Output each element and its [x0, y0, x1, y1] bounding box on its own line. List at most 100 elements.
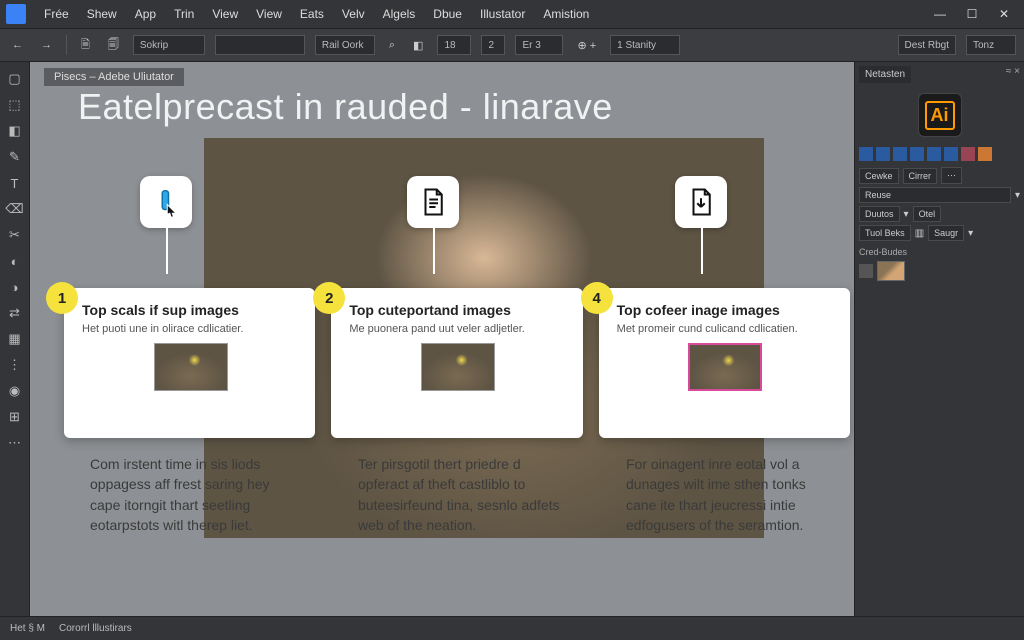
layer-thumb[interactable] [877, 261, 905, 281]
card-2-badge: 2 [313, 282, 345, 314]
menu-trin[interactable]: Trin [166, 4, 202, 24]
window-minimize-button[interactable]: — [926, 4, 954, 24]
card-2: 2 Top cuteportand images Me puonera pand… [331, 288, 582, 438]
preset-select[interactable]: Sokrip [133, 35, 205, 55]
mode-icon-5[interactable] [927, 147, 941, 161]
prop-label-1[interactable]: Cewke [859, 168, 899, 184]
prop-otel[interactable]: Otel [913, 206, 942, 222]
card-2-document-icon [407, 176, 459, 228]
copy-icon[interactable]: 🗐 [104, 34, 123, 57]
tool-direct[interactable]: ⬚ [4, 94, 26, 116]
card-3-badge: 4 [581, 282, 613, 314]
window-maximize-button[interactable]: ☐ [958, 4, 986, 24]
chevron-down-icon[interactable]: ▾ [1015, 190, 1020, 201]
search-icon[interactable]: ⌕ [385, 37, 399, 54]
prop-reuse-select[interactable]: Reuse [859, 187, 1011, 203]
menu-eats[interactable]: Eats [292, 4, 332, 24]
menu-dbue[interactable]: Dbue [425, 4, 470, 24]
style-field2[interactable]: Rail Oork [315, 35, 375, 55]
menu-view1[interactable]: View [204, 4, 246, 24]
card-3-body[interactable]: Top cofeer inage images Met promeir cund… [599, 288, 850, 438]
tool-eraser[interactable]: ⌫ [4, 198, 26, 220]
tool-more[interactable]: ⋮ [4, 354, 26, 376]
chevron-down-icon[interactable]: ▾ [968, 228, 973, 239]
card-2-body[interactable]: Top cuteportand images Me puonera pand u… [331, 288, 582, 438]
layer-icon[interactable] [859, 264, 873, 278]
tool-rotate[interactable]: ◐ [4, 250, 26, 272]
tool-color[interactable]: ◉ [4, 380, 26, 402]
tool-pen[interactable]: ✎ [4, 146, 26, 168]
prop-more-icon[interactable]: ⋯ [941, 167, 962, 184]
prop-saugr[interactable]: Saugr [928, 225, 964, 241]
card-3-title: Top cofeer inage images [617, 302, 834, 318]
panel-menu-icon[interactable]: ≈ × [1006, 66, 1020, 77]
menu-amistion[interactable]: Amistion [535, 4, 597, 24]
panel-subhead: Cred-Budes [859, 247, 1020, 257]
window-controls: — ☐ ✕ [926, 4, 1018, 24]
menu-free[interactable]: Frée [36, 4, 77, 24]
card-3-download-icon [675, 176, 727, 228]
value-1-field[interactable]: 18 [437, 35, 471, 55]
grid-icon[interactable]: ▥ [915, 228, 924, 239]
card-1-badge: 1 [46, 282, 78, 314]
tool-layout[interactable]: ⊞ [4, 406, 26, 428]
menu-algels[interactable]: Algels [375, 4, 424, 24]
tool-selection[interactable]: ▢ [4, 68, 26, 90]
tool-type[interactable]: T [4, 172, 26, 194]
tool-panel: ▢ ⬚ ◧ ✎ T ⌫ ✂ ◐ ◑ ⇄ ▦ ⋮ ◉ ⊞ ⋯ [0, 62, 30, 616]
tool-artboard[interactable]: ◧ [4, 120, 26, 142]
document-tab[interactable]: Pisecs – Adebe Uliutator [44, 68, 184, 86]
card-1-title: Top scals if sup images [82, 302, 299, 318]
menu-shew[interactable]: Shew [79, 4, 125, 24]
menu-view2[interactable]: View [248, 4, 290, 24]
tool-grid[interactable]: ▦ [4, 328, 26, 350]
window-close-button[interactable]: ✕ [990, 4, 1018, 24]
panel-row-2: Reuse ▾ [859, 187, 1020, 203]
card-1-thumb [154, 343, 228, 391]
prop-label-2[interactable]: Cirrer [903, 168, 938, 184]
mode-icon-3[interactable] [893, 147, 907, 161]
menu-illustator[interactable]: Illustator [472, 4, 533, 24]
value-2-field[interactable]: 2 [481, 35, 505, 55]
chevron-down-icon[interactable]: ▾ [904, 209, 909, 220]
menu-velv[interactable]: Velv [334, 4, 373, 24]
tool-scissors[interactable]: ✂ [4, 224, 26, 246]
mode-icon-2[interactable] [876, 147, 890, 161]
nav-back-button[interactable]: ← [8, 37, 27, 53]
mode-icon-1[interactable] [859, 147, 873, 161]
doc-icon[interactable]: 🗎 [77, 34, 94, 57]
panel-row-1: Cewke Cirrer ⋯ [859, 167, 1020, 184]
properties-panel: Netasten ≈ × Ai Cewke Cirrer ⋯ Reuse ▾ D… [854, 62, 1024, 616]
card-1-sub: Het puoti une in olirace cdlicatier. [82, 323, 299, 335]
value-3-field[interactable]: Er 3 [515, 35, 563, 55]
prop-duutos[interactable]: Duutos [859, 206, 900, 222]
prop-tuolbeks[interactable]: Tuol Beks [859, 225, 911, 241]
panel-row-4: Tuol Beks ▥ Saugr ▾ [859, 225, 1020, 241]
tool-swap[interactable]: ⇄ [4, 302, 26, 324]
value-4-field[interactable]: 1 Stanity [610, 35, 680, 55]
mode-icon-4[interactable] [910, 147, 924, 161]
status-left: Het § M [10, 623, 45, 634]
right-ctrl-2[interactable]: Tonz [966, 35, 1016, 55]
card-1: 1 Top scals if sup images Het puoti une … [64, 288, 315, 438]
card-1-body[interactable]: Top scals if sup images Het puoti une in… [64, 288, 315, 438]
style-field[interactable] [215, 35, 305, 55]
panel-tab[interactable]: Netasten [859, 66, 911, 83]
mode-icon-8[interactable] [978, 147, 992, 161]
right-ctrl-1[interactable]: Dest Rbgt [898, 35, 956, 55]
add-button[interactable]: ⊕ + [573, 37, 600, 54]
tool-scale[interactable]: ◑ [4, 276, 26, 298]
mode-icon-6[interactable] [944, 147, 958, 161]
tool-extra[interactable]: ⋯ [4, 432, 26, 454]
app-logo-icon [6, 4, 26, 24]
panel-thumb-row [859, 261, 1020, 281]
fill-swatch-icon[interactable]: ◧ [409, 37, 427, 54]
paragraph-3: For oinagent inre eotal vol a dunages wi… [626, 454, 834, 535]
card-2-sub: Me puonera pand uut veler adljetler. [349, 323, 566, 335]
mode-icon-7[interactable] [961, 147, 975, 161]
menu-app[interactable]: App [127, 4, 164, 24]
separator [66, 35, 67, 55]
nav-fwd-button[interactable]: → [37, 37, 56, 53]
canvas[interactable]: Pisecs – Adebe Uliutator Eatelprecast in… [30, 62, 854, 616]
panel-mode-icons [859, 147, 1020, 161]
